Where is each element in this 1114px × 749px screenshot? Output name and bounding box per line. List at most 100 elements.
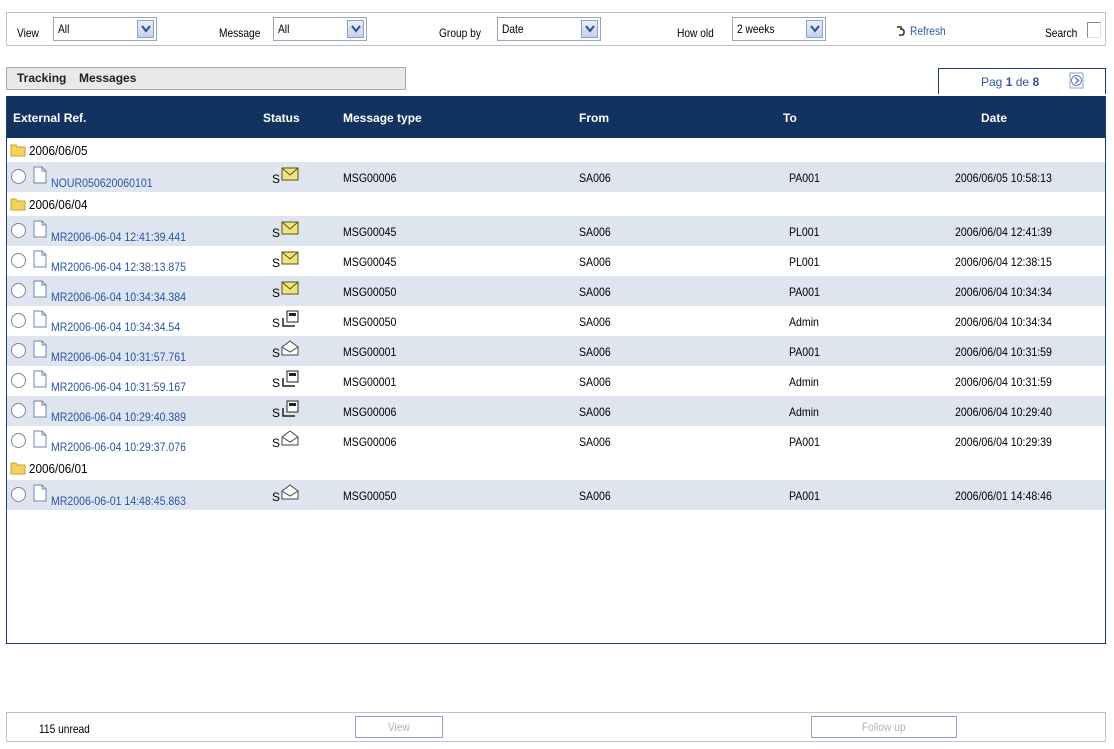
- filter-bar: View All Message All Group by Date How o…: [6, 12, 1106, 46]
- table-row[interactable]: MR2006-06-04 12:38:13.875 S MSG00045 SA006 P…: [7, 246, 1105, 276]
- row-select-radio[interactable]: [11, 373, 26, 388]
- status-code: S: [272, 346, 281, 360]
- external-ref-link[interactable]: MR2006-06-04 10:29:37.076: [51, 440, 186, 454]
- from-cell: SA006: [579, 345, 611, 359]
- to-cell: PA001: [789, 345, 820, 359]
- document-icon: [33, 220, 47, 238]
- row-select-radio[interactable]: [11, 313, 26, 328]
- open-envelope-icon: [281, 430, 299, 449]
- external-ref-link[interactable]: MR2006-06-04 10:34:34.54: [51, 320, 180, 334]
- external-ref-link[interactable]: MR2006-06-04 10:31:59.167: [51, 380, 186, 394]
- date-group-header[interactable]: 2006/06/05: [7, 138, 1105, 162]
- to-cell: PL001: [789, 255, 820, 269]
- table-row[interactable]: MR2006-06-04 10:29:37.076 S MSG00006 SA006 P…: [7, 426, 1105, 456]
- external-ref-link[interactable]: MR2006-06-04 10:29:40.389: [51, 410, 186, 424]
- column-header-from[interactable]: From: [579, 111, 609, 125]
- date-group-label: 2006/06/01: [29, 461, 88, 476]
- status-code: S: [272, 286, 281, 300]
- external-ref-link[interactable]: MR2006-06-04 10:34:34.384: [51, 290, 186, 304]
- message-type-cell: MSG00050: [343, 489, 397, 503]
- outbox-tray-icon: [281, 370, 299, 391]
- pager-total: 8: [1032, 75, 1040, 89]
- message-type-cell: MSG00001: [343, 345, 397, 359]
- chevron-down-icon[interactable]: [137, 20, 154, 38]
- search-checkbox[interactable]: [1087, 22, 1101, 38]
- table-row[interactable]: MR2006-06-01 14:48:45.863 S MSG00050 SA006 P…: [7, 480, 1105, 510]
- table-row[interactable]: MR2006-06-04 10:31:59.167 S MSG00001 SA006 A…: [7, 366, 1105, 396]
- message-type-cell: MSG00006: [343, 435, 397, 449]
- table-row[interactable]: MR2006-06-04 10:29:40.389 S MSG00006 SA006 A…: [7, 396, 1105, 426]
- document-icon: [33, 400, 47, 418]
- external-ref-link[interactable]: MR2006-06-04 12:41:39.441: [51, 230, 186, 244]
- table-row[interactable]: MR2006-06-04 10:34:34.384 S MSG00050 SA006 P…: [7, 276, 1105, 306]
- view-button-label: View: [388, 720, 410, 734]
- message-type-cell: MSG00006: [343, 405, 397, 419]
- to-cell: Admin: [789, 315, 819, 329]
- view-select[interactable]: All: [53, 17, 157, 41]
- row-select-radio[interactable]: [11, 169, 26, 184]
- document-icon: [33, 280, 47, 298]
- outbox-tray-icon: [281, 310, 299, 331]
- pager-current: 1: [1005, 75, 1013, 89]
- column-header-date[interactable]: Date: [981, 111, 1007, 125]
- tab-messages[interactable]: Messages: [79, 71, 136, 85]
- date-cell: 2006/06/05 10:58:13: [955, 171, 1052, 185]
- view-button[interactable]: View: [355, 716, 443, 738]
- message-select[interactable]: All: [273, 17, 367, 41]
- row-select-radio[interactable]: [11, 403, 26, 418]
- row-select-radio[interactable]: [11, 223, 26, 238]
- chevron-down-icon[interactable]: [806, 20, 823, 38]
- external-ref-link[interactable]: MR2006-06-04 10:31:57.761: [51, 350, 186, 364]
- date-group-header[interactable]: 2006/06/01: [7, 456, 1105, 480]
- message-label: Message: [219, 26, 261, 40]
- row-select-radio[interactable]: [11, 343, 26, 358]
- row-select-radio[interactable]: [11, 487, 26, 502]
- table-row[interactable]: MR2006-06-04 10:34:34.54 S MSG00050 SA006 Ad…: [7, 306, 1105, 336]
- outbox-tray-icon: [281, 400, 299, 421]
- from-cell: SA006: [579, 285, 611, 299]
- external-ref-link[interactable]: MR2006-06-01 14:48:45.863: [51, 494, 186, 508]
- mail-envelope-icon: [281, 280, 299, 299]
- howold-select[interactable]: 2 weeks: [732, 17, 826, 41]
- table-row[interactable]: MR2006-06-04 10:31:57.761 S MSG00001 SA006 P…: [7, 336, 1105, 366]
- from-cell: SA006: [579, 255, 611, 269]
- date-cell: 2006/06/04 12:38:15: [955, 255, 1052, 269]
- howold-select-value: 2 weeks: [737, 22, 775, 36]
- date-group-label: 2006/06/05: [29, 143, 88, 158]
- table-header: External Ref. Status Message type From T…: [7, 96, 1105, 138]
- table-row[interactable]: MR2006-06-04 12:41:39.441 S MSG00045 SA006 P…: [7, 216, 1105, 246]
- column-header-to[interactable]: To: [783, 111, 797, 125]
- date-cell: 2006/06/04 10:29:40: [955, 405, 1052, 419]
- next-page-icon[interactable]: [1069, 72, 1085, 90]
- follow-up-button[interactable]: Follow up: [811, 716, 957, 738]
- from-cell: SA006: [579, 489, 611, 503]
- date-group-header[interactable]: 2006/06/04: [7, 192, 1105, 216]
- table-row[interactable]: NOUR050620060101 S MSG00006 SA006 PA001 2006/…: [7, 162, 1105, 192]
- external-ref-link[interactable]: NOUR050620060101: [51, 176, 153, 190]
- refresh-label: Refresh: [910, 24, 947, 38]
- date-cell: 2006/06/04 10:31:59: [955, 345, 1052, 359]
- folder-icon: [10, 144, 26, 157]
- row-select-radio[interactable]: [11, 283, 26, 298]
- document-icon: [33, 484, 47, 502]
- column-header-external-ref[interactable]: External Ref.: [13, 111, 86, 125]
- message-type-cell: MSG00045: [343, 225, 397, 239]
- chevron-down-icon[interactable]: [581, 20, 598, 38]
- status-code: S: [272, 436, 281, 450]
- open-envelope-icon: [281, 340, 299, 359]
- groupby-select[interactable]: Date: [497, 17, 601, 41]
- search-label: Search: [1045, 26, 1078, 40]
- status-code: S: [272, 376, 281, 390]
- view-select-value: All: [58, 22, 70, 36]
- document-icon: [33, 166, 47, 184]
- tab-tracking[interactable]: Tracking: [17, 71, 66, 85]
- refresh-button[interactable]: Refresh: [895, 24, 952, 38]
- row-select-radio[interactable]: [11, 253, 26, 268]
- row-select-radio[interactable]: [11, 433, 26, 448]
- date-group-label: 2006/06/04: [29, 197, 88, 212]
- chevron-down-icon[interactable]: [347, 20, 364, 38]
- external-ref-link[interactable]: MR2006-06-04 12:38:13.875: [51, 260, 186, 274]
- date-cell: 2006/06/04 10:34:34: [955, 285, 1052, 299]
- column-header-status[interactable]: Status: [263, 111, 300, 125]
- column-header-message-type[interactable]: Message type: [343, 111, 422, 125]
